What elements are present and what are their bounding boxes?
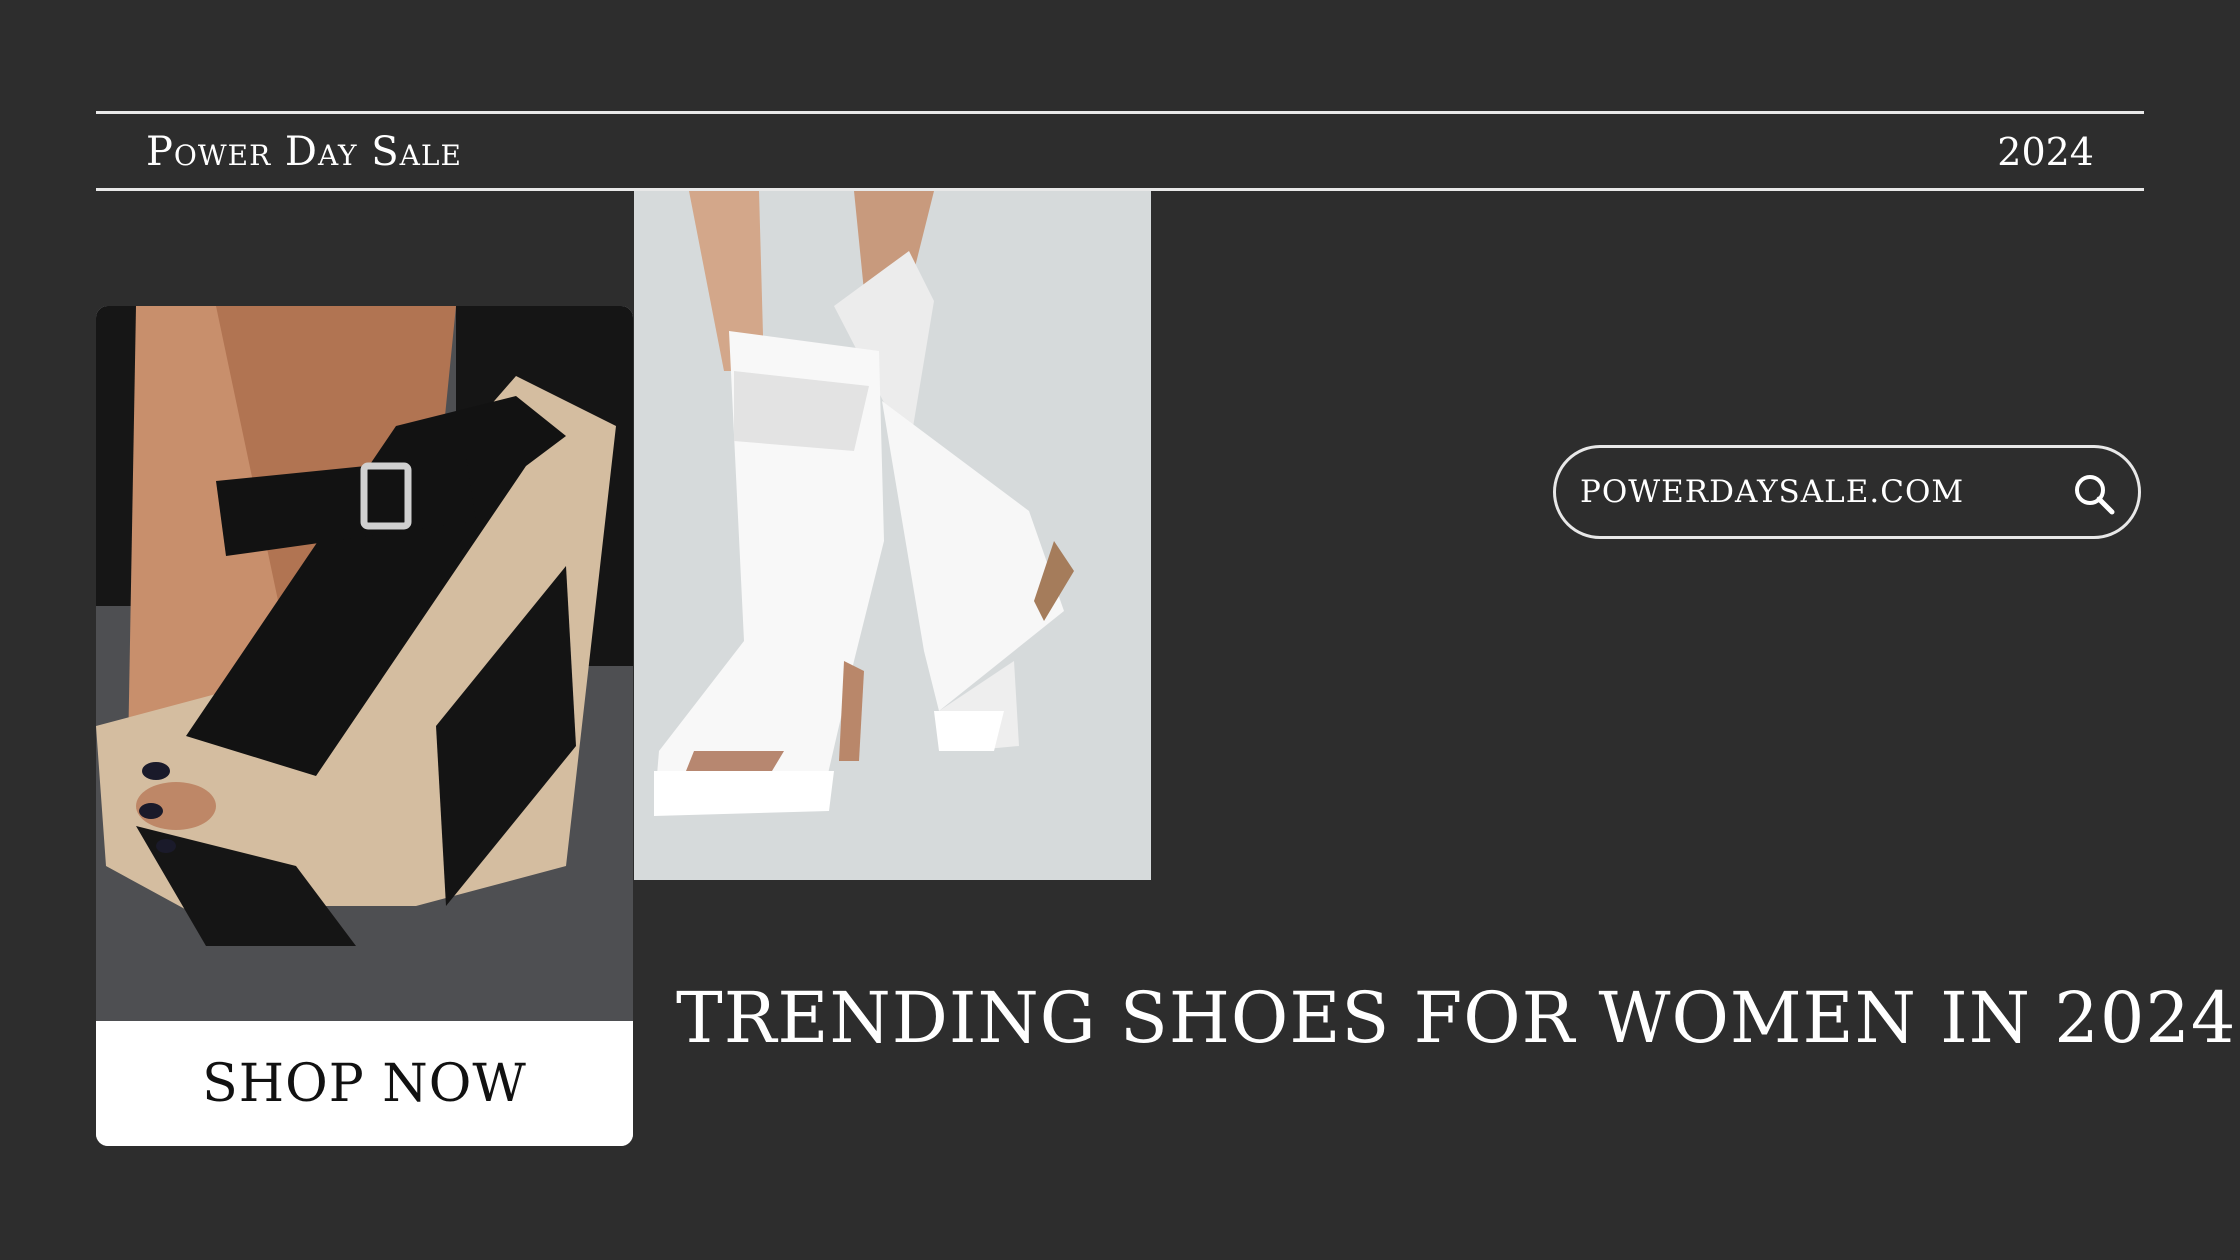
shop-now-button[interactable]: SHOP NOW: [96, 1021, 633, 1146]
search-icon[interactable]: [2072, 472, 2116, 516]
website-search-field[interactable]: POWERDAYSALE.COM: [1553, 445, 2141, 539]
white-boot-image: [634, 191, 1151, 880]
wedge-sandal-image: [96, 306, 633, 1021]
product-card[interactable]: SHOP NOW: [96, 306, 633, 1146]
brand-title: Power Day Sale: [146, 129, 462, 175]
header-top-rule: [96, 111, 2144, 114]
headline: TRENDING SHOES FOR WOMEN IN 2024: [676, 977, 2237, 1059]
website-url: POWERDAYSALE.COM: [1580, 474, 1965, 510]
header-year: 2024: [1997, 130, 2094, 174]
